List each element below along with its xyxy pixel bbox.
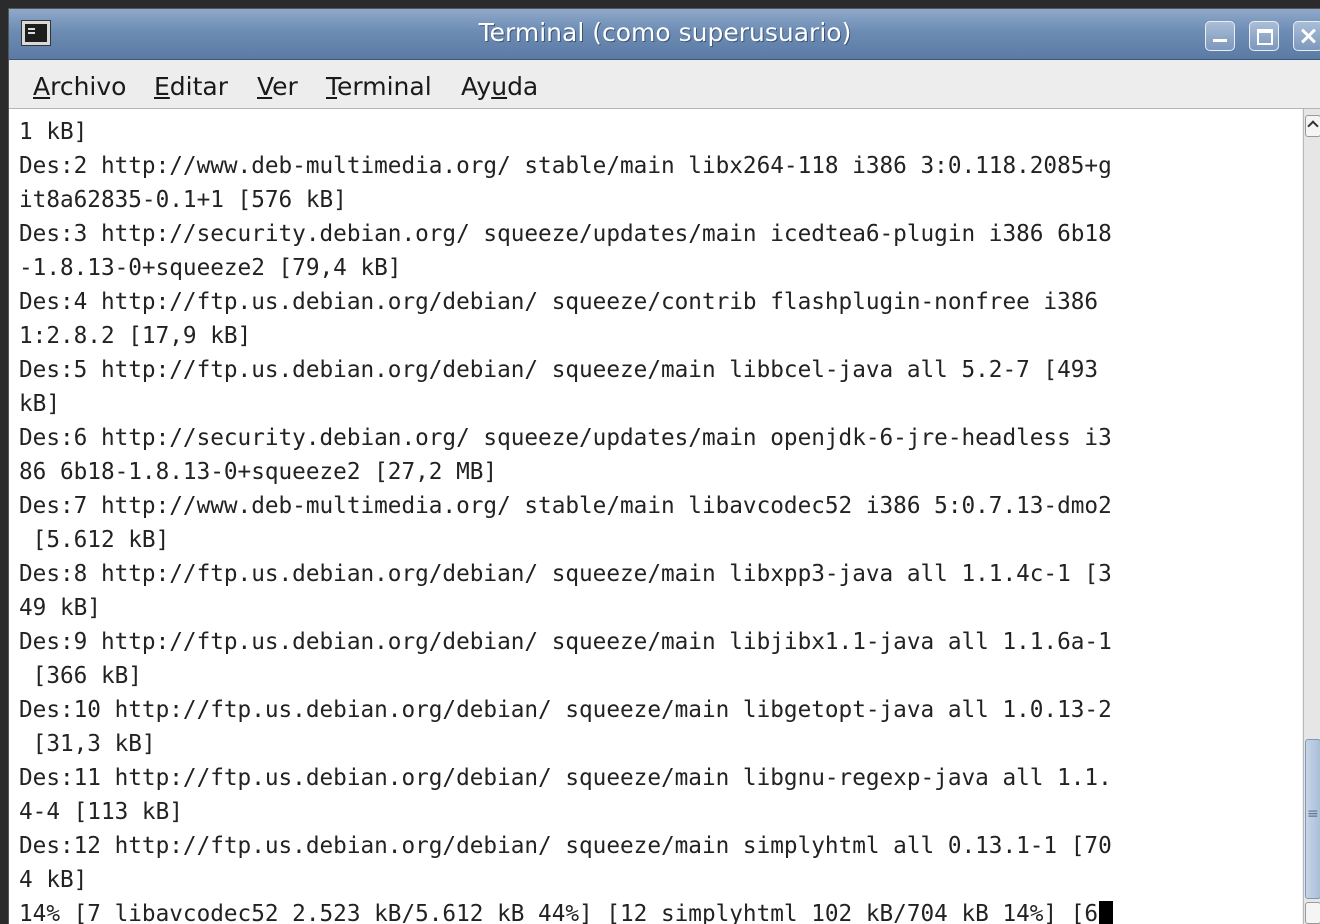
terminal-line: Des:8 http://ftp.us.debian.org/debian/ s…: [9, 557, 1113, 591]
window-title: Terminal (como superusuario): [9, 18, 1320, 47]
progress-status-text: 14% [7 libavcodec52 2.523 kB/5.612 kB 44…: [19, 901, 1098, 924]
terminal-output[interactable]: 1 kB]Des:2 http://www.deb-multimedia.org…: [9, 109, 1302, 924]
terminal-line: Des:12 http://ftp.us.debian.org/debian/ …: [9, 829, 1113, 863]
scrollbar-thumb[interactable]: [1305, 739, 1320, 899]
terminal-line: 49 kB]: [9, 591, 1113, 625]
terminal-line: 1 kB]: [9, 115, 1113, 149]
menu-bar: Archivo Editar Ver Terminal Ayuda: [9, 60, 1320, 109]
vertical-scrollbar[interactable]: [1303, 109, 1320, 924]
scroll-down-icon[interactable]: [1305, 902, 1320, 924]
menu-terminal[interactable]: Terminal: [326, 72, 432, 101]
terminal-line: 4-4 [113 kB]: [9, 795, 1113, 829]
terminal-window: Terminal (como superusuario) Archivo Edi…: [8, 8, 1320, 924]
terminal-line: Des:2 http://www.deb-multimedia.org/ sta…: [9, 149, 1113, 183]
menu-ver[interactable]: Ver: [257, 72, 298, 101]
menu-archivo[interactable]: Archivo: [33, 72, 126, 101]
maximize-icon[interactable]: [1249, 21, 1279, 51]
title-bar[interactable]: Terminal (como superusuario): [9, 9, 1320, 60]
terminal-line: [5.612 kB]: [9, 523, 1113, 557]
terminal-line: 4 kB]: [9, 863, 1113, 897]
terminal-line: Des:10 http://ftp.us.debian.org/debian/ …: [9, 693, 1113, 727]
terminal-line: Des:11 http://ftp.us.debian.org/debian/ …: [9, 761, 1113, 795]
minimize-icon[interactable]: [1205, 21, 1235, 51]
terminal-line: -1.8.13-0+squeeze2 [79,4 kB]: [9, 251, 1113, 285]
terminal-line: Des:6 http://security.debian.org/ squeez…: [9, 421, 1113, 455]
terminal-lines: 1 kB]Des:2 http://www.deb-multimedia.org…: [9, 115, 1113, 924]
terminal-line: it8a62835-0.1+1 [576 kB]: [9, 183, 1113, 217]
terminal-line: Des:7 http://www.deb-multimedia.org/ sta…: [9, 489, 1113, 523]
terminal-line: Des:5 http://ftp.us.debian.org/debian/ s…: [9, 353, 1113, 387]
terminal-line: kB]: [9, 387, 1113, 421]
text-cursor: [1099, 901, 1113, 924]
terminal-line: Des:4 http://ftp.us.debian.org/debian/ s…: [9, 285, 1113, 319]
close-icon[interactable]: [1293, 21, 1320, 51]
terminal-line: 86 6b18-1.8.13-0+squeeze2 [27,2 MB]: [9, 455, 1113, 489]
terminal-line: 1:2.8.2 [17,9 kB]: [9, 319, 1113, 353]
terminal-line: [31,3 kB]: [9, 727, 1113, 761]
terminal-line: Des:9 http://ftp.us.debian.org/debian/ s…: [9, 625, 1113, 659]
menu-editar[interactable]: Editar: [154, 72, 228, 101]
download-progress-line: 14% [7 libavcodec52 2.523 kB/5.612 kB 44…: [9, 897, 1113, 924]
scroll-up-icon[interactable]: [1305, 115, 1320, 137]
terminal-line: [366 kB]: [9, 659, 1113, 693]
menu-ayuda[interactable]: Ayuda: [461, 72, 538, 101]
terminal-line: Des:3 http://security.debian.org/ squeez…: [9, 217, 1113, 251]
